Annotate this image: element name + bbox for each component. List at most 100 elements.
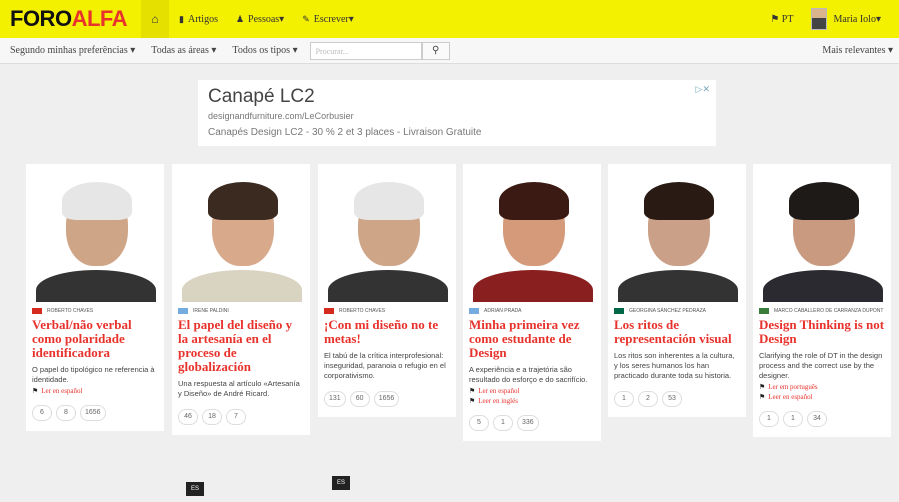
home-button[interactable]: ⌂ [141,0,170,38]
areas-filter[interactable]: Todas as áreas ▾ [151,45,216,56]
user-name: Maria Iolo [833,13,876,25]
sort-dropdown[interactable]: Mais relevantes ▾ [822,45,893,56]
stat-pill: 1 [783,411,803,427]
article-card[interactable]: ADRIAN PRADA Minha primeira vez como est… [463,164,601,441]
caret-down-icon: ▾ [279,13,285,25]
nav-articles-label: Artigos [187,13,218,25]
article-card[interactable]: GEORGINA SÁNCHEZ PEDRAZA Los ritos de re… [608,164,746,417]
filter-bar: Segundo minhas preferências ▾ Todas as á… [0,38,899,64]
author-shirt [182,270,302,302]
nav-articles[interactable]: ▮ Artigos [179,0,218,38]
caret-down-icon: ▾ [211,45,217,56]
author-hair [208,182,278,220]
author-line[interactable]: ROBERTO CHAVES [318,302,456,314]
user-menu[interactable]: Maria Iolo▾ [833,14,881,25]
article-card[interactable]: MARCO CABALLERO DE CARRANZA DUPONT Desig… [753,164,891,437]
author-line[interactable]: ADRIAN PRADA [463,302,601,314]
search-placeholder: Procurar... [315,46,349,56]
logo-text-alfa: ALFA [71,6,128,31]
article-card[interactable]: ROBERTO CHAVES Verbal/não verbal como po… [26,164,164,431]
caret-down-icon: ▾ [875,13,881,25]
article-stats: 1 2 53 [608,381,746,417]
preferences-filter[interactable]: Segundo minhas preferências ▾ [10,45,135,56]
read-in-language-link[interactable]: ⚑ Ler en español [463,385,601,395]
adchoices-icon[interactable]: ▷✕ [696,84,710,95]
author-name: MARCO CABALLERO DE CARRANZA DUPONT [774,308,884,314]
nav-people[interactable]: ♟ Pessoas ▾ [236,0,284,38]
author-name: GEORGINA SÁNCHEZ PEDRAZA [629,308,706,314]
author-hair [62,182,132,220]
nav-people-label: Pessoas [248,13,280,25]
read-link-label: Leer en español [768,393,813,401]
stat-pill: 34 [807,411,827,427]
stat-pill: 1656 [80,405,106,421]
read-in-language-link[interactable]: ⚑ Ler em português [753,381,891,391]
language-selector[interactable]: ⚑ PT [770,14,793,25]
country-flag-icon [759,308,769,314]
country-flag-icon [178,308,188,314]
author-line[interactable]: GEORGINA SÁNCHEZ PEDRAZA [608,302,746,314]
stat-pill: 6 [32,405,52,421]
author-line[interactable]: IRENE PALDINI [172,302,310,314]
read-in-language-link[interactable]: ⚑ Leer en español [753,391,891,401]
pencil-icon: ✎ [302,13,310,24]
sort-label: Mais relevantes [822,45,886,56]
author-photo[interactable] [463,164,601,302]
article-title[interactable]: Design Thinking is not Design [753,314,891,346]
stat-pill: 46 [178,409,198,425]
article-stats: 46 18 7 [172,399,310,435]
ad-title[interactable]: Canapé LC2 [208,86,706,108]
article-card[interactable]: IRENE PALDINI El papel del diseño y la a… [172,164,310,435]
book-icon: ▮ [179,13,184,24]
article-excerpt: El tabú de la crítica interprofesional: … [324,351,446,380]
stat-pill: 2 [638,391,658,407]
avatar[interactable] [811,8,828,30]
nav-write[interactable]: ✎ Escrever ▾ [302,0,354,38]
foroalfa-logo[interactable]: FOROALFA [10,6,128,32]
author-line[interactable]: MARCO CABALLERO DE CARRANZA DUPONT [753,302,891,314]
author-line[interactable]: ROBERTO CHAVES [26,302,164,314]
flag-icon: ⚑ [759,393,766,401]
types-label: Todos os tipos [232,45,291,56]
read-in-language-link[interactable]: ⚑ Ler en español [26,385,164,395]
flag-icon: ⚑ [469,387,476,395]
article-stats: 1 1 34 [753,401,891,437]
country-flag-icon [324,308,334,314]
author-hair [789,182,859,220]
search-input[interactable]: Procurar... [309,41,422,60]
article-card[interactable]: ROBERTO CHAVES ¡Con mi diseño no te meta… [318,164,456,417]
search-button[interactable]: ⚲ [421,41,450,60]
stat-pill: 8 [56,405,76,421]
stat-pill: 131 [324,391,346,407]
article-title[interactable]: ¡Con mi diseño no te metas! [318,314,456,346]
types-filter[interactable]: Todos os tipos ▾ [232,45,297,56]
article-excerpt: A experiência e a trajetória são resulta… [469,365,588,384]
author-photo[interactable] [753,164,891,302]
author-shirt [328,270,448,302]
author-hair [354,182,424,220]
author-shirt [36,270,156,302]
country-flag-icon [32,308,42,314]
article-title[interactable]: Minha primeira vez como estudante de Des… [463,314,601,360]
author-photo[interactable] [172,164,310,302]
read-link-label: Ler em português [768,383,818,391]
user-icon: ♟ [235,13,245,24]
language-label: PT [781,13,794,25]
language-badge: ES [332,476,350,490]
caret-down-icon: ▾ [348,13,354,25]
ad-url[interactable]: designandfurniture.com/LeCorbusier [208,111,706,121]
author-shirt [473,270,593,302]
author-photo[interactable] [608,164,746,302]
stat-pill: 53 [662,391,682,407]
ad-banner[interactable]: Canapé LC2 designandfurniture.com/LeCorb… [198,80,716,146]
author-name: ROBERTO CHAVES [47,308,94,314]
author-photo[interactable] [26,164,164,302]
search-icon: ⚲ [431,44,440,56]
author-photo[interactable] [318,164,456,302]
article-title[interactable]: El papel del diseño y la artesanía en el… [172,314,310,374]
article-title[interactable]: Los ritos de representación visual [608,314,746,346]
read-in-language-link[interactable]: ⚑ Leer en inglés [463,395,601,405]
article-title[interactable]: Verbal/não verbal como polaridade identi… [26,314,164,360]
home-icon: ⌂ [151,11,159,26]
author-shirt [763,270,883,302]
